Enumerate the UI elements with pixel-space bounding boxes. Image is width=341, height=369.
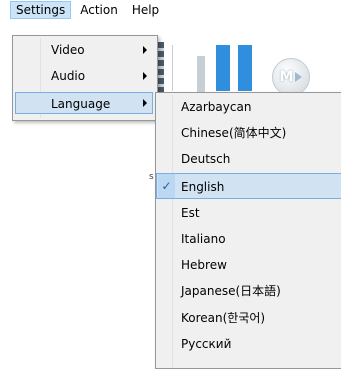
submenu-arrow-icon xyxy=(143,72,147,80)
menu-bar: Settings Action Help xyxy=(0,0,341,20)
language-item-azarbaycan[interactable]: Azarbaycan xyxy=(156,94,341,120)
menu-item-language[interactable]: Language xyxy=(15,92,153,114)
merge-play-button[interactable]: M xyxy=(272,58,310,96)
play-arrow-icon xyxy=(295,72,303,82)
pause-icon-right-bar[interactable] xyxy=(238,45,252,91)
menu-item-label: Video xyxy=(51,43,85,57)
toolbar-gray-bar-icon xyxy=(197,56,205,96)
language-submenu: Azarbaycan Chinese(简体中文) Deutsch ✓ Engli… xyxy=(155,92,341,369)
language-item-hebrew[interactable]: Hebrew xyxy=(156,252,341,278)
language-item-korean[interactable]: Korean(한국어) xyxy=(156,305,341,331)
language-label: Japanese(日本語) xyxy=(181,284,281,298)
language-item-japanese[interactable]: Japanese(日本語) xyxy=(156,278,341,304)
menu-item-label: Language xyxy=(51,97,111,111)
language-label: Italiano xyxy=(181,232,226,246)
language-item-english[interactable]: ✓ English xyxy=(156,173,341,199)
language-label: Русский xyxy=(181,337,232,351)
checkmark-icon: ✓ xyxy=(158,174,175,198)
language-label: Chinese(简体中文) xyxy=(181,126,287,140)
language-label: Deutsch xyxy=(181,152,231,166)
submenu-arrow-icon xyxy=(143,99,147,107)
menu-item-label: Audio xyxy=(51,69,86,83)
language-label: Hebrew xyxy=(181,258,227,272)
pause-icon-left-bar[interactable] xyxy=(216,45,230,91)
language-item-chinese[interactable]: Chinese(简体中文) xyxy=(156,120,341,146)
language-item-italiano[interactable]: Italiano xyxy=(156,226,341,252)
submenu-arrow-icon xyxy=(143,46,147,54)
background-text-fragment: s xyxy=(149,172,154,182)
language-item-russian[interactable]: Русский xyxy=(156,331,341,357)
language-label: Azarbaycan xyxy=(181,100,252,114)
language-label: English xyxy=(181,180,225,194)
language-item-deutsch[interactable]: Deutsch xyxy=(156,146,341,172)
toolbar-divider xyxy=(172,45,173,91)
menu-help[interactable]: Help xyxy=(127,1,164,19)
menu-settings[interactable]: Settings xyxy=(10,1,72,19)
menu-action[interactable]: Action xyxy=(75,1,123,19)
language-label: Korean(한국어) xyxy=(181,311,266,325)
language-label: Est xyxy=(181,206,200,220)
settings-dropdown: Video Audio Language xyxy=(12,35,158,121)
merge-button-label: M xyxy=(279,69,294,85)
menu-item-audio[interactable]: Audio xyxy=(15,65,153,87)
language-item-est[interactable]: Est xyxy=(156,200,341,226)
menu-item-video[interactable]: Video xyxy=(15,39,153,61)
